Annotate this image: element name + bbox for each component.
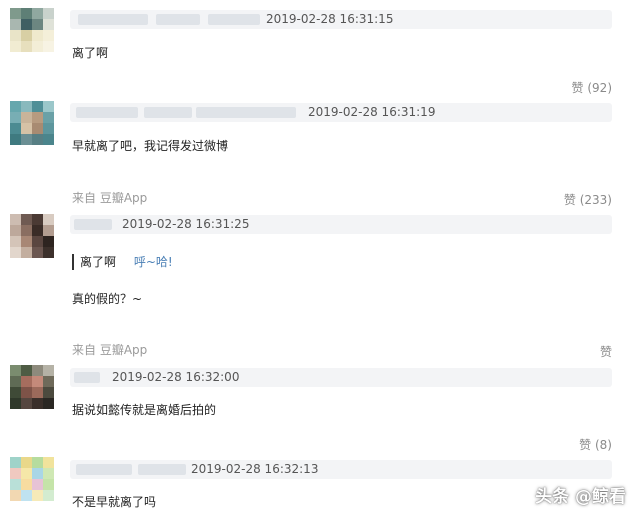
quoted-comment: 离了啊 呼~哈! (72, 254, 173, 270)
comment-text: 离了啊 (72, 46, 109, 60)
comment-source: 来自 豆瓣App (72, 343, 148, 357)
comment-timestamp: 2019-02-28 16:31:15 (266, 12, 394, 26)
username-blurred[interactable] (196, 107, 296, 118)
comment-header: 2019-02-28 16:31:19 (70, 103, 612, 122)
comment-header: 2019-02-28 16:32:00 (70, 368, 612, 387)
comment-timestamp: 2019-02-28 16:31:19 (308, 105, 436, 119)
like-button[interactable]: 赞 (92) (572, 80, 612, 96)
comment-source: 来自 豆瓣App (72, 191, 148, 205)
comment-text: 据说如懿传就是离婚后拍的 (72, 403, 217, 417)
comment-header: 2019-02-28 16:32:13 (70, 460, 612, 479)
comment-text: 不是早就离了吗 (72, 495, 157, 509)
comment-header: 2019-02-28 16:31:25 (70, 215, 612, 234)
username-blurred[interactable] (144, 107, 192, 118)
avatar[interactable] (10, 365, 54, 409)
username-blurred[interactable] (74, 372, 100, 383)
comment-timestamp: 2019-02-28 16:31:25 (122, 217, 250, 231)
username-blurred[interactable] (78, 14, 148, 25)
username-blurred[interactable] (138, 464, 186, 475)
quoted-text: 离了啊 (80, 255, 117, 269)
username-blurred[interactable] (156, 14, 200, 25)
username-blurred[interactable] (76, 107, 138, 118)
comment-timestamp: 2019-02-28 16:32:00 (112, 370, 240, 384)
like-button[interactable]: 赞 (8) (579, 437, 612, 453)
username-blurred[interactable] (74, 219, 112, 230)
watermark: 头条 @鲸看 (535, 487, 626, 507)
like-button[interactable]: 赞 (233) (564, 192, 612, 208)
comment-text: 早就离了吧，我记得发过微博 (72, 139, 229, 153)
comment-header: 2019-02-28 16:31:15 (70, 10, 612, 29)
quoted-reply-link[interactable]: 呼~哈! (134, 255, 173, 269)
comment-text: 真的假的？~ (72, 292, 143, 306)
username-blurred[interactable] (208, 14, 260, 25)
avatar[interactable] (10, 101, 54, 145)
avatar[interactable] (10, 457, 54, 501)
avatar[interactable] (10, 8, 54, 52)
username-blurred[interactable] (76, 464, 132, 475)
avatar[interactable] (10, 214, 54, 258)
like-button[interactable]: 赞 (600, 344, 612, 360)
comment-timestamp: 2019-02-28 16:32:13 (191, 462, 319, 476)
